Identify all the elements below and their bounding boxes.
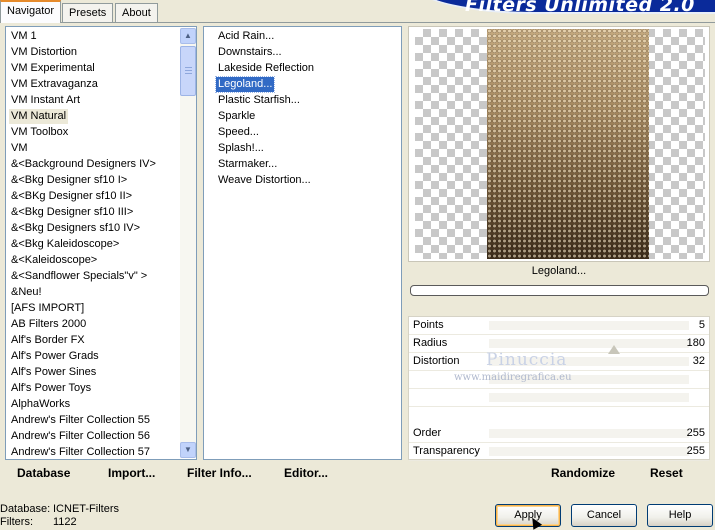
category-item[interactable]: VM Experimental — [9, 61, 97, 76]
category-item[interactable]: &<Bkg Designers sf10 IV> — [9, 221, 142, 236]
import-link[interactable]: Import... — [108, 466, 155, 480]
category-item[interactable]: VM Extravaganza — [9, 77, 100, 92]
category-item[interactable]: VM Toolbox — [9, 125, 70, 140]
grip-line — [185, 67, 192, 68]
scroll-down-button[interactable]: ▼ — [180, 442, 196, 458]
tab-about[interactable]: About — [115, 3, 158, 22]
watermark-name: Pinuccia — [486, 350, 568, 370]
chevron-down-icon: ▼ — [184, 445, 192, 454]
cancel-button[interactable]: Cancel — [571, 504, 637, 527]
banner-title: Filters Unlimited 2.0 — [465, 0, 695, 16]
filter-item[interactable]: Downstairs... — [216, 45, 284, 60]
parameter-row[interactable]: Order 255 — [409, 425, 709, 443]
preview-image — [487, 29, 649, 259]
filter-item[interactable]: Legoland... — [214, 76, 276, 93]
category-item[interactable]: [AFS IMPORT] — [9, 301, 86, 316]
category-item[interactable]: &<Background Designers IV> — [9, 157, 158, 172]
category-item[interactable]: AB Filters 2000 — [9, 317, 88, 332]
category-item[interactable]: Alf's Power Grads — [9, 349, 101, 364]
database-status-label: Database: — [0, 503, 51, 515]
category-item[interactable]: &<Bkg Designer sf10 III> — [9, 205, 135, 220]
category-item[interactable]: &<Bkg Kaleidoscope> — [9, 237, 121, 252]
parameter-row[interactable] — [409, 389, 709, 407]
filter-item[interactable]: Starmaker... — [216, 157, 279, 172]
category-item[interactable]: VM Instant Art — [9, 93, 82, 108]
category-item[interactable]: AlphaWorks — [9, 397, 72, 412]
category-item[interactable]: VM Natural — [9, 109, 69, 124]
parameter-slider-track[interactable] — [489, 447, 689, 456]
randomize-link[interactable]: Randomize — [551, 466, 615, 480]
category-item[interactable]: VM Distortion — [9, 45, 79, 60]
category-item[interactable]: Alf's Power Toys — [9, 381, 93, 396]
apply-button[interactable]: Apply — [495, 504, 561, 527]
parameter-slider-track[interactable] — [489, 429, 689, 438]
chevron-up-icon: ▲ — [184, 31, 192, 40]
filters-count-value: 1122 — [53, 516, 77, 528]
grip-line — [185, 70, 192, 71]
parameter-value: 5 — [698, 319, 705, 331]
filter-item[interactable]: Plastic Starfish... — [216, 93, 302, 108]
filter-item[interactable]: Acid Rain... — [216, 29, 276, 44]
filter-item[interactable]: Sparkle — [216, 109, 257, 124]
parameter-slider-track[interactable] — [489, 339, 689, 348]
filter-item[interactable]: Splash!... — [216, 141, 266, 156]
tab-presets[interactable]: Presets — [62, 3, 114, 22]
parameter-value: 180 — [686, 337, 705, 349]
filters-count-label: Filters: — [0, 516, 33, 528]
parameter-label: Transparency — [413, 445, 480, 457]
parameter-slider-track[interactable] — [489, 321, 689, 330]
parameter-row[interactable]: Transparency 255 — [409, 443, 709, 461]
category-item[interactable]: &<Bkg Designer sf10 I> — [9, 173, 129, 188]
parameter-label: Order — [413, 427, 442, 439]
category-item[interactable]: &<Kaleidoscope> — [9, 253, 99, 268]
filter-item[interactable]: Speed... — [216, 125, 261, 140]
scroll-thumb[interactable] — [180, 46, 196, 96]
category-item[interactable]: &<Sandflower Specials"v" > — [9, 269, 149, 284]
database-status-value: ICNET-Filters — [53, 503, 119, 515]
filter-item[interactable]: Weave Distortion... — [216, 173, 313, 188]
category-item[interactable]: Alf's Border FX — [9, 333, 87, 348]
category-item[interactable]: Andrew's Filter Collection 57 — [9, 445, 152, 459]
parameter-value: 255 — [686, 427, 705, 439]
preview-filter-name: Legoland... — [531, 265, 587, 277]
preview-panel — [408, 26, 710, 262]
database-status: Database: ICNET-Filters — [0, 503, 119, 516]
filter-list[interactable]: Acid Rain... Downstairs... Lakeside Reflec… — [203, 26, 402, 460]
reset-link[interactable]: Reset — [650, 466, 683, 480]
filter-item[interactable]: Lakeside Reflection — [216, 61, 316, 76]
parameters-panel: Points 5 Radius 180 Distortion 32 Order 255 Tran… — [408, 316, 710, 461]
parameter-value: 255 — [686, 445, 705, 457]
category-item[interactable]: VM 1 — [9, 29, 39, 44]
scroll-up-button[interactable]: ▲ — [180, 28, 196, 44]
tab-navigator[interactable]: Navigator — [0, 0, 62, 23]
parameter-label: Points — [413, 319, 444, 331]
category-item[interactable]: &<BKg Designer sf10 II> — [9, 189, 134, 204]
transparency-checkerboard — [415, 29, 705, 259]
category-item[interactable]: Andrew's Filter Collection 56 — [9, 429, 152, 444]
filters-count-status: Filters: 1122 — [0, 516, 77, 529]
filter-info-link[interactable]: Filter Info... — [187, 466, 252, 480]
category-scrollbar[interactable]: ▲ ▼ — [180, 28, 196, 458]
grip-line — [185, 73, 192, 74]
slider-thumb[interactable] — [608, 345, 620, 354]
parameter-value: 32 — [692, 355, 705, 367]
category-item[interactable]: VM — [9, 141, 30, 156]
parameter-slider-track[interactable] — [489, 393, 689, 402]
help-button[interactable]: Help — [647, 504, 713, 527]
parameter-row[interactable]: Points 5 — [409, 317, 709, 335]
watermark-url: www.maidiregrafica.eu — [454, 372, 572, 383]
category-item[interactable]: Alf's Power Sines — [9, 365, 98, 380]
parameter-label: Radius — [413, 337, 448, 349]
category-item[interactable]: Andrew's Filter Collection 55 — [9, 413, 152, 428]
database-link[interactable]: Database — [17, 466, 70, 480]
category-list[interactable]: VM 1 VM Distortion VM Experimental VM Extra… — [5, 26, 197, 460]
category-item[interactable]: &Neu! — [9, 285, 44, 300]
parameter-label: Distortion — [413, 355, 460, 367]
progress-bar — [410, 285, 709, 296]
editor-link[interactable]: Editor... — [284, 466, 328, 480]
